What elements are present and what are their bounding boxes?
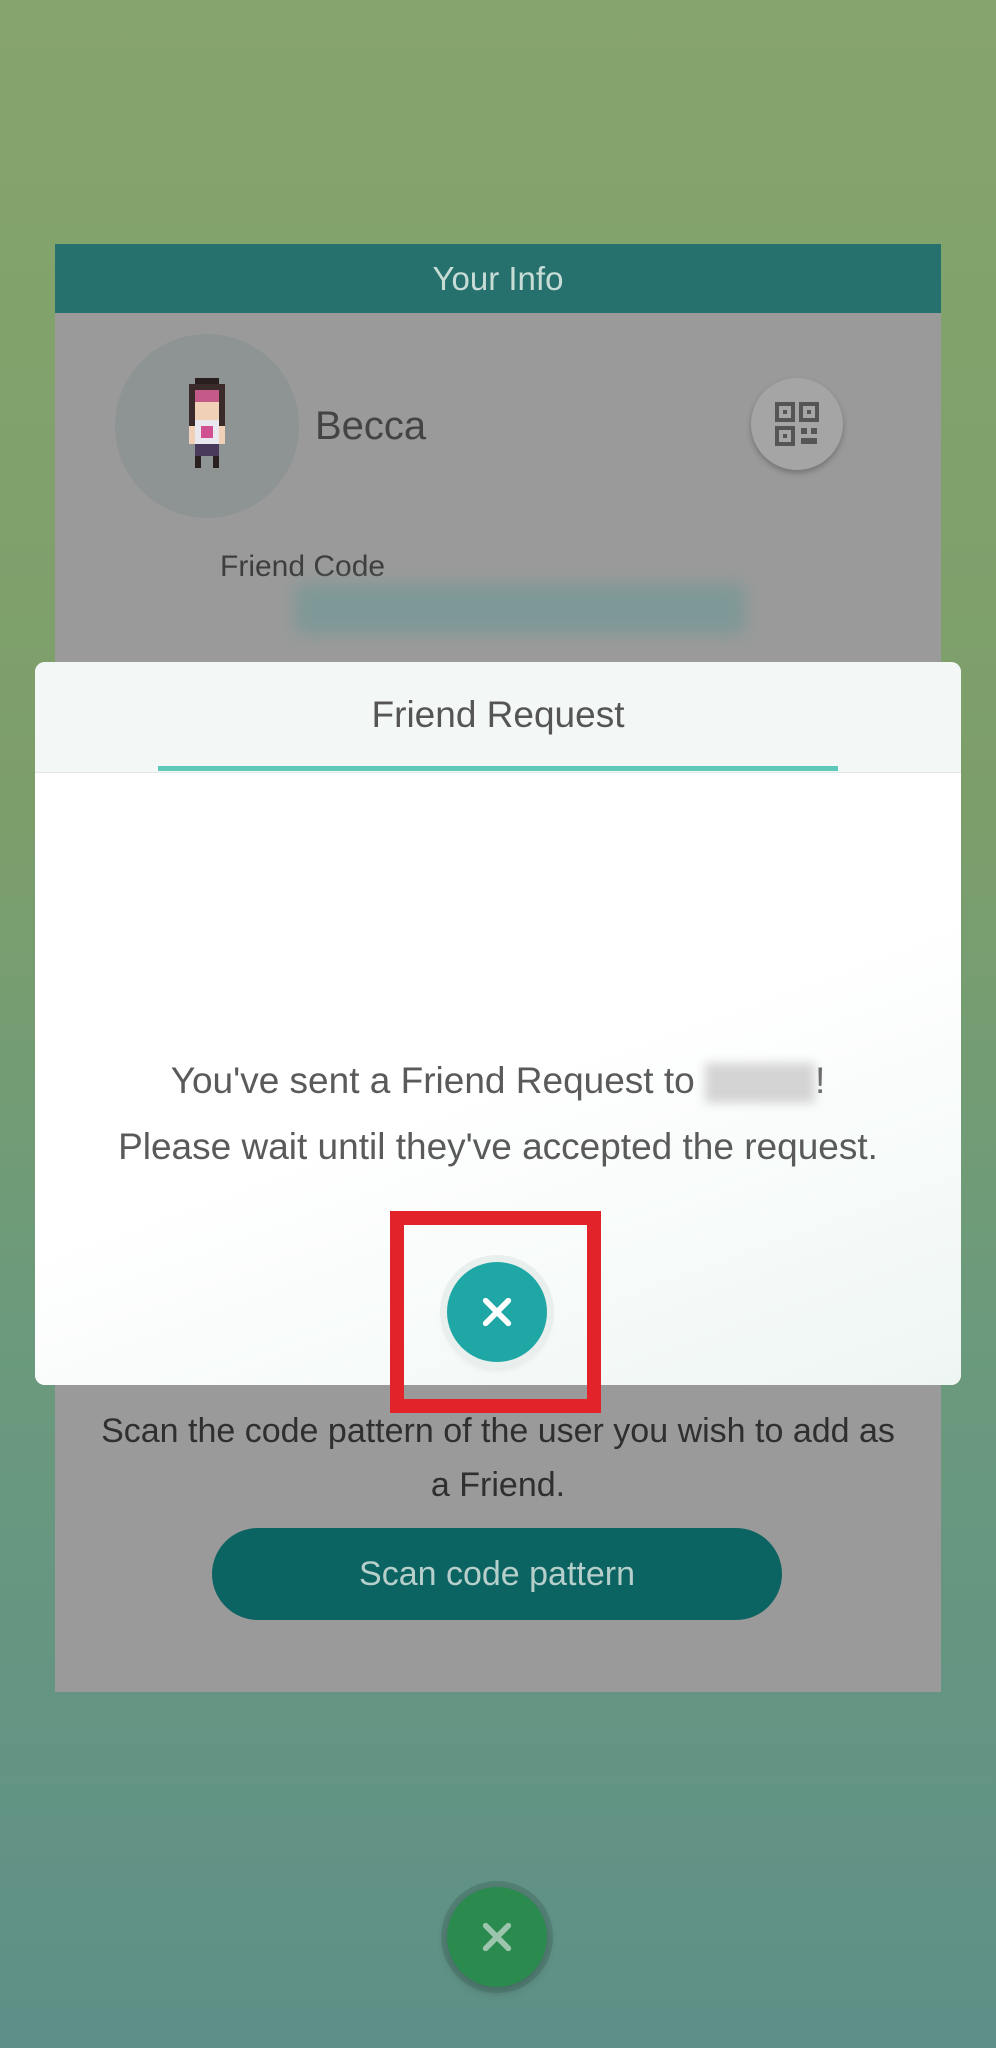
dialog-message: You've sent a Friend Request to xxxxx! P… [35, 1048, 961, 1180]
trainer-sprite-icon [189, 378, 225, 468]
message-line-2: Please wait until they've accepted the r… [118, 1126, 878, 1167]
friend-code-label: Friend Code [220, 550, 386, 583]
your-info-title: Your Info [432, 259, 564, 297]
dialog-header: Friend Request [35, 662, 961, 773]
dialog-title: Friend Request [371, 694, 625, 735]
your-info-header: Your Info [55, 244, 941, 313]
message-prefix: You've sent a Friend Request to [170, 1060, 706, 1101]
message-line-1: You've sent a Friend Request to xxxxx! [35, 1048, 961, 1114]
qr-code-icon [775, 402, 819, 446]
player-name: Becca [315, 404, 427, 448]
qr-code-button[interactable] [751, 378, 843, 470]
background-close-button[interactable] [447, 1887, 547, 1987]
scan-code-pattern-button[interactable]: Scan code pattern [212, 1528, 782, 1620]
message-suffix: ! [815, 1060, 826, 1101]
recipient-name-redacted: xxxxx [705, 1063, 816, 1104]
highlight-annotation [390, 1211, 601, 1413]
close-icon [482, 1922, 512, 1952]
scan-instructions: Scan the code pattern of the user you wi… [101, 1412, 895, 1504]
friend-code-value [295, 584, 745, 634]
avatar [115, 334, 299, 518]
scan-button-label: Scan code pattern [359, 1554, 635, 1593]
title-underline [158, 766, 838, 771]
